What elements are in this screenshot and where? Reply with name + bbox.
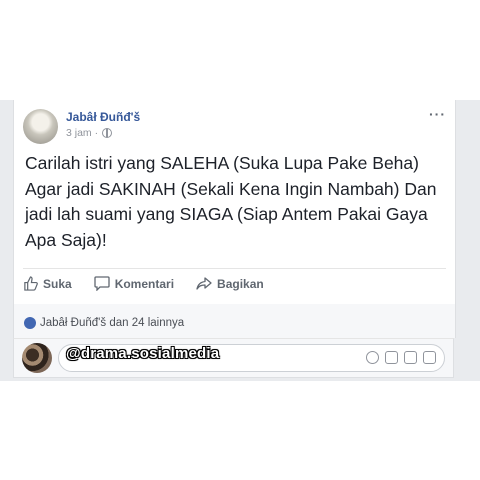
camera-icon[interactable]: [385, 351, 398, 364]
divider: [23, 268, 446, 269]
comment-label: Komentari: [114, 276, 175, 291]
watermark: @drama.sosialmedia: [66, 345, 220, 362]
comment-button[interactable]: Komentari: [94, 276, 174, 291]
post-actions: Suka Komentari Bagikan: [23, 276, 286, 291]
author-name[interactable]: Jabâł Đuñđ'š: [66, 110, 140, 124]
globe-icon: [102, 128, 113, 138]
post-text: Carilah istri yang SALEHA (Suka Lupa Pak…: [25, 153, 437, 250]
share-label: Bagikan: [217, 276, 264, 291]
like-button[interactable]: Suka: [23, 276, 72, 291]
reactions-summary[interactable]: Jabâł Đuñđ'š dan 24 lainnya: [40, 317, 184, 329]
share-button[interactable]: Bagikan: [196, 276, 264, 291]
post-card: Jabâł Đuñđ'š 3 jam · ··· Carilah istri y…: [13, 100, 456, 304]
viewer-avatar: [22, 343, 52, 373]
post-options-button[interactable]: ···: [429, 106, 446, 122]
bottom-margin: [0, 381, 480, 480]
like-reaction-icon: [24, 317, 36, 329]
post-meta: 3 jam ·: [66, 127, 113, 139]
gif-icon[interactable]: [404, 351, 417, 364]
post-time[interactable]: 3 jam ·: [66, 127, 98, 139]
comment-tools: [366, 351, 436, 364]
like-label: Suka: [43, 276, 72, 291]
emoji-icon[interactable]: [366, 351, 379, 364]
share-arrow-icon: [196, 277, 212, 290]
reactions-bar: Jabâł Đuñđ'š dan 24 lainnya: [13, 304, 456, 338]
right-sidebar-fragment: [475, 100, 480, 140]
speech-bubble-icon: [94, 276, 110, 291]
thumbs-up-icon: [24, 276, 38, 291]
sticker-icon[interactable]: [423, 351, 436, 364]
screenshot: { "post": { "author": "Jabâł Đuñđ'š", "t…: [0, 0, 480, 480]
author-avatar[interactable]: [23, 109, 58, 144]
